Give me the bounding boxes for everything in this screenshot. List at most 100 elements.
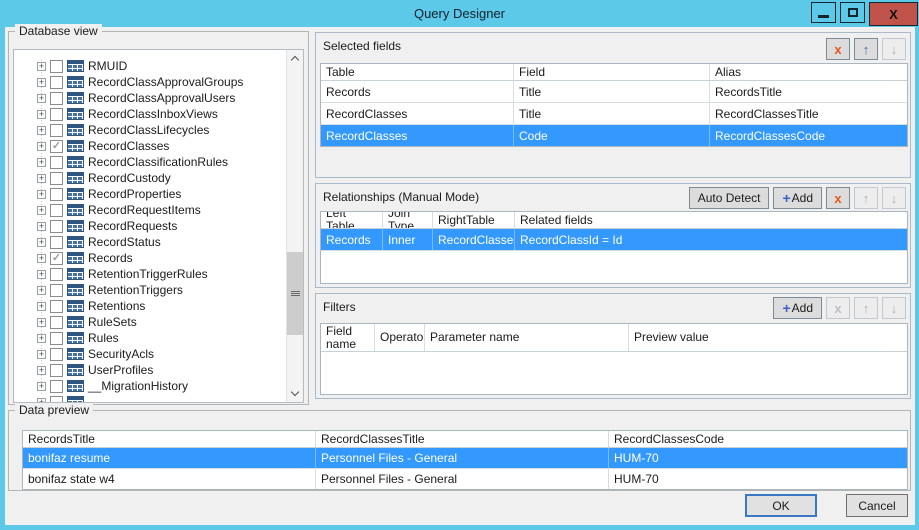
tree-item[interactable]: +Retentions bbox=[14, 298, 286, 314]
expand-icon[interactable]: + bbox=[37, 78, 46, 87]
tree-item[interactable]: +RuleSets bbox=[14, 314, 286, 330]
close-button[interactable]: X bbox=[869, 2, 918, 26]
scroll-down-button[interactable] bbox=[287, 385, 303, 402]
scroll-thumb[interactable] bbox=[287, 252, 303, 335]
column-header[interactable]: RecordsTitle bbox=[23, 431, 316, 447]
tree-item[interactable]: +UserProfiles bbox=[14, 362, 286, 378]
tree-item[interactable]: +Rules bbox=[14, 330, 286, 346]
move-filter-up-button[interactable]: ↑ bbox=[854, 297, 878, 319]
tree-item[interactable]: +RecordProperties bbox=[14, 186, 286, 202]
column-header[interactable]: Preview value bbox=[629, 324, 907, 351]
tree-checkbox[interactable] bbox=[50, 156, 63, 169]
tree-item[interactable]: +RecordClassificationRules bbox=[14, 154, 286, 170]
tree-checkbox[interactable]: ✓ bbox=[50, 140, 63, 153]
tree-checkbox[interactable] bbox=[50, 364, 63, 377]
add-filter-button[interactable]: +Add bbox=[773, 297, 822, 319]
expand-icon[interactable]: + bbox=[37, 94, 46, 103]
column-header[interactable]: RightTable bbox=[433, 212, 515, 228]
tree-checkbox[interactable] bbox=[50, 332, 63, 345]
tree-checkbox[interactable] bbox=[50, 172, 63, 185]
tree-checkbox[interactable] bbox=[50, 204, 63, 217]
titlebar[interactable]: Query Designer X bbox=[0, 0, 919, 27]
expand-icon[interactable]: + bbox=[37, 62, 46, 71]
table-row[interactable]: RecordsTitleRecordsTitle bbox=[321, 81, 907, 103]
expand-icon[interactable]: + bbox=[37, 398, 46, 403]
table-row[interactable]: RecordsInnerRecordClassesRecordClassId =… bbox=[321, 229, 907, 251]
tree-item[interactable]: +RecordCustody bbox=[14, 170, 286, 186]
tree-checkbox[interactable] bbox=[50, 124, 63, 137]
move-relationship-down-button[interactable]: ↓ bbox=[882, 187, 906, 209]
expand-icon[interactable]: + bbox=[37, 382, 46, 391]
expand-icon[interactable]: + bbox=[37, 366, 46, 375]
ok-button[interactable]: OK bbox=[745, 494, 817, 517]
expand-icon[interactable]: + bbox=[37, 174, 46, 183]
expand-icon[interactable]: + bbox=[37, 270, 46, 279]
tree-item[interactable]: +__MigrationHistory bbox=[14, 378, 286, 394]
column-header[interactable]: Alias bbox=[710, 64, 907, 80]
expand-icon[interactable]: + bbox=[37, 254, 46, 263]
tree-checkbox[interactable] bbox=[50, 60, 63, 73]
move-field-down-button[interactable]: ↓ bbox=[882, 38, 906, 60]
expand-icon[interactable]: + bbox=[37, 302, 46, 311]
tree-item[interactable]: +RetentionTriggers bbox=[14, 282, 286, 298]
tree-item[interactable]: +RMUID bbox=[14, 58, 286, 74]
column-header[interactable]: RecordClassesCode bbox=[609, 431, 907, 447]
column-header[interactable]: Related fields bbox=[515, 212, 907, 228]
tree-item[interactable]: +RecordClassApprovalUsers bbox=[14, 90, 286, 106]
tree-item[interactable]: +RetentionTriggerRules bbox=[14, 266, 286, 282]
delete-filter-button[interactable]: x bbox=[826, 297, 850, 319]
move-field-up-button[interactable]: ↑ bbox=[854, 38, 878, 60]
column-header[interactable]: Field bbox=[514, 64, 710, 80]
expand-icon[interactable]: + bbox=[37, 286, 46, 295]
tree-checkbox[interactable] bbox=[50, 284, 63, 297]
tree-item[interactable]: +RecordClassLifecycles bbox=[14, 122, 286, 138]
tree-checkbox[interactable] bbox=[50, 300, 63, 313]
expand-icon[interactable]: + bbox=[37, 350, 46, 359]
expand-icon[interactable]: + bbox=[37, 126, 46, 135]
table-row[interactable]: bonifaz resumePersonnel Files - GeneralH… bbox=[23, 448, 907, 469]
tree-scrollbar[interactable] bbox=[286, 50, 303, 402]
auto-detect-button[interactable]: Auto Detect bbox=[689, 187, 770, 209]
tree-checkbox[interactable] bbox=[50, 268, 63, 281]
tree-item[interactable]: +RecordRequests bbox=[14, 218, 286, 234]
expand-icon[interactable]: + bbox=[37, 334, 46, 343]
tree-checkbox[interactable] bbox=[50, 348, 63, 361]
tree-checkbox[interactable] bbox=[50, 92, 63, 105]
expand-icon[interactable]: + bbox=[37, 190, 46, 199]
expand-icon[interactable]: + bbox=[37, 238, 46, 247]
cancel-button[interactable]: Cancel bbox=[846, 494, 908, 517]
tree-checkbox[interactable] bbox=[50, 108, 63, 121]
tree-checkbox[interactable] bbox=[50, 380, 63, 393]
scroll-up-button[interactable] bbox=[287, 50, 303, 67]
column-header[interactable]: Join Type bbox=[383, 212, 433, 228]
delete-relationship-button[interactable]: x bbox=[826, 187, 850, 209]
table-row[interactable]: bonifaz state w4Personnel Files - Genera… bbox=[23, 469, 907, 490]
maximize-button[interactable] bbox=[840, 2, 865, 23]
column-header[interactable]: Operator bbox=[375, 324, 425, 351]
move-filter-down-button[interactable]: ↓ bbox=[882, 297, 906, 319]
column-header[interactable]: Left Table bbox=[321, 212, 383, 228]
expand-icon[interactable]: + bbox=[37, 206, 46, 215]
table-row[interactable]: RecordClassesTitleRecordClassesTitle bbox=[321, 103, 907, 125]
tree-checkbox[interactable] bbox=[50, 236, 63, 249]
expand-icon[interactable]: + bbox=[37, 318, 46, 327]
minimize-button[interactable] bbox=[811, 2, 836, 23]
expand-icon[interactable]: + bbox=[37, 222, 46, 231]
tree-checkbox[interactable] bbox=[50, 76, 63, 89]
column-header[interactable]: RecordClassesTitle bbox=[316, 431, 609, 447]
tree-item[interactable]: + bbox=[14, 394, 286, 402]
tree-checkbox[interactable] bbox=[50, 316, 63, 329]
expand-icon[interactable]: + bbox=[37, 142, 46, 151]
expand-icon[interactable]: + bbox=[37, 158, 46, 167]
move-relationship-up-button[interactable]: ↑ bbox=[854, 187, 878, 209]
tree-checkbox[interactable] bbox=[50, 220, 63, 233]
tree-checkbox[interactable] bbox=[50, 188, 63, 201]
tree-item[interactable]: +RecordClassInboxViews bbox=[14, 106, 286, 122]
tree-item[interactable]: +RecordRequestItems bbox=[14, 202, 286, 218]
tree-item[interactable]: +RecordClassApprovalGroups bbox=[14, 74, 286, 90]
column-header[interactable]: Field name bbox=[321, 324, 375, 351]
tree-checkbox[interactable] bbox=[50, 396, 63, 403]
table-row[interactable]: RecordClassesCodeRecordClassesCode bbox=[321, 125, 907, 147]
column-header[interactable]: Parameter name bbox=[425, 324, 629, 351]
expand-icon[interactable]: + bbox=[37, 110, 46, 119]
